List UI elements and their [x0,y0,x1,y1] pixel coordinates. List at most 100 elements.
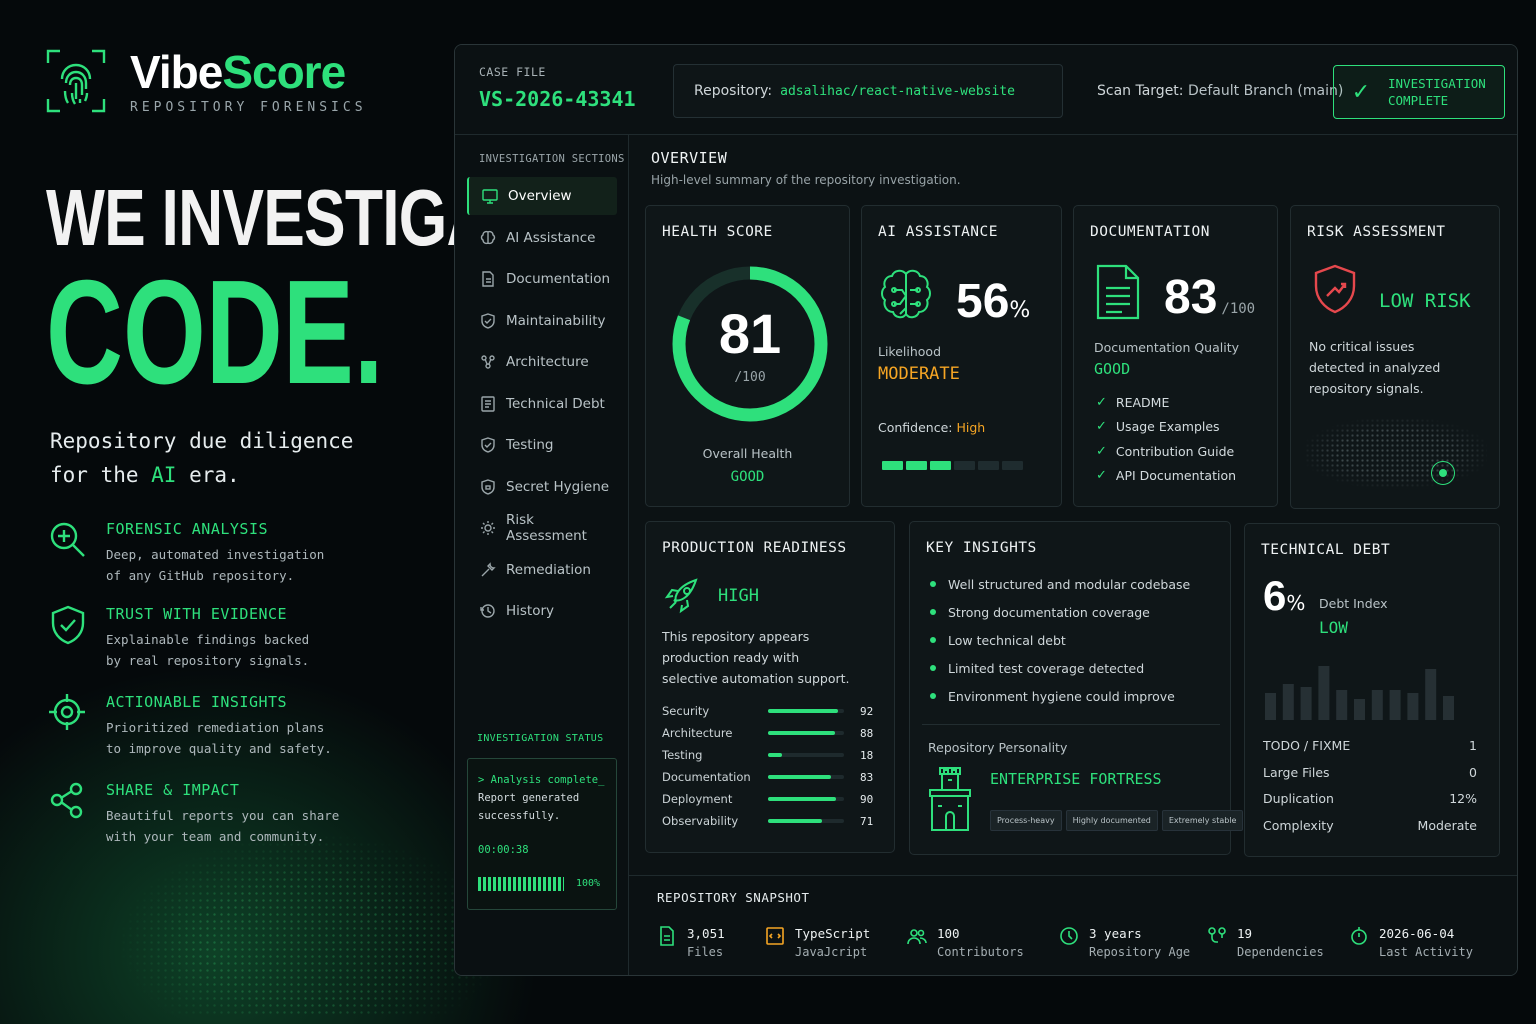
snapshot-item-dependencies: 19 Dependencies [1207,924,1324,962]
personality-tag: Highly documented [1065,810,1158,831]
ai-assistance-card[interactable]: AI ASSISTANCE 56% Likelihood MODERATE Co… [861,205,1062,507]
metric-name: Observability [662,814,739,828]
personality-label: Repository Personality [928,740,1068,755]
risk-assessment-card[interactable]: RISK ASSESSMENT LOW RISK No critical iss… [1290,205,1500,509]
confidence-segment [906,461,927,470]
shield-check-icon [480,437,496,453]
investigation-complete-badge[interactable]: ✓ INVESTIGATION COMPLETE [1333,65,1505,119]
ledger-icon [480,395,496,412]
docs-check-item: Contribution Guide [1096,439,1236,464]
debt-detail-value: 1 [1469,738,1477,753]
snapshot-value: TypeScript [795,926,871,941]
documentation-card[interactable]: DOCUMENTATION 83/100 Documentation Quali… [1073,205,1278,507]
sidebar-item-secret-hygiene[interactable]: Secret Hygiene [467,468,617,506]
health-score-card[interactable]: HEALTH SCORE 81 /100 Overall Health GOOD [645,205,850,507]
sidebar-item-risk-assessment[interactable]: Risk Assessment [467,509,617,547]
case-file-id: VS-2026-43341 [479,87,636,111]
snapshot-label: JavaJcript [795,945,868,959]
metric-fill [768,797,837,801]
sidebar-item-label: History [506,603,555,619]
docs-status: GOOD [1094,360,1131,378]
progress-bar [478,877,564,891]
brand[interactable]: VibeScore REPOSITORY FORENSICS [46,46,367,115]
debt-bar [1443,696,1454,720]
personality-value: ENTERPRISE FORTRESS [990,770,1162,788]
repository-field[interactable]: Repository: adsalihac/react-native-websi… [673,64,1063,118]
debt-unit: % [1286,591,1306,615]
metric-name: Testing [662,748,703,762]
scan-target[interactable]: Scan Target: Default Branch (main) [1097,83,1343,99]
sidebar-item-label: AI Assistance [506,229,596,246]
snapshot-value: 2026-06-04 [1379,926,1455,941]
hero-subtitle: Repository due diligence for the AI era. [50,424,353,492]
dependency-icon [1207,926,1227,946]
card-title: RISK ASSESSMENT [1307,224,1446,240]
sidebar-item-label: Documentation [506,271,611,287]
sidebar-item-ai-assistance[interactable]: AI Assistance [467,219,617,257]
debt-detail-key: Complexity [1263,817,1334,833]
snapshot-value: 3 years [1089,926,1142,941]
metric-track [768,753,844,757]
production-readiness-card[interactable]: PRODUCTION READINESS HIGH This repositor… [645,521,895,853]
feature-title: TRUST WITH EVIDENCE [106,605,288,623]
wrench-icon [480,561,496,578]
readiness-metric-row: Architecture 88 [662,722,882,744]
sidebar-item-maintainability[interactable]: Maintainability [467,302,617,340]
debt-bar [1265,693,1276,720]
personality-tag: Process-heavy [990,810,1062,831]
metric-fill [768,709,838,713]
code-icon [765,926,785,946]
sidebar-item-overview[interactable]: Overview [467,177,617,215]
confidence-segment [954,461,975,470]
debt-bar [1300,687,1312,720]
snapshot-value: 3,051 [687,926,725,941]
repository-value[interactable]: adsalihac/react-native-website [780,84,1015,99]
metric-name: Security [662,704,710,718]
debt-detail-value: 12% [1449,791,1477,806]
shield-check-icon [48,605,88,645]
insight-item: Strong documentation coverage [930,598,1190,626]
snapshot-label: Files [687,945,724,959]
sidebar-item-technical-debt[interactable]: Technical Debt [467,385,617,423]
hero-subtitle-line1: Repository due diligence [50,429,354,453]
metric-fill [768,753,782,757]
metric-track [768,775,844,779]
confidence-segment [1002,461,1023,470]
health-label: Overall Health [702,446,793,461]
snapshot-label: Repository Age [1089,945,1191,959]
rocket-icon [664,578,700,618]
debt-detail-row: Complexity Moderate [1263,818,1477,833]
magnify-plus-icon [48,520,88,560]
sidebar-item-testing[interactable]: Testing [467,426,617,464]
progress-label: 100% [576,878,601,889]
sidebar-item-documentation[interactable]: Documentation [467,260,617,298]
sidebar-item-label: Risk Assessment [506,512,587,544]
metric-name: Documentation [662,770,751,784]
sidebar-item-label: Maintainability [506,312,606,329]
debt-detail-value: 0 [1469,764,1477,780]
debt-bar [1407,693,1419,720]
confidence: Confidence: High [878,420,986,435]
confidence-value: High [956,420,986,435]
status-heading: INVESTIGATION STATUS [477,733,604,744]
key-insights-card[interactable]: KEY INSIGHTS Well structured and modular… [909,521,1244,855]
debt-detail-key: TODO / FIXME [1263,738,1351,753]
repository-snapshot: REPOSITORY SNAPSHOT 3,051 Files TypeScript… [629,875,1517,975]
sidebar-item-history[interactable]: History [467,592,617,630]
personality-tags: Process-heavy Highly documented Extremely … [990,808,1247,831]
feature-title: ACTIONABLE INSIGHTS [106,693,288,711]
castle-icon [926,766,974,836]
debt-index-label: Debt Index [1319,596,1388,611]
personality-tag: Extremely stable [1161,810,1244,831]
sidebar-item-remediation[interactable]: Remediation [467,551,617,589]
risk-description: No critical issues detected in analyzed re… [1309,339,1441,396]
sidebar-item-architecture[interactable]: Architecture [467,343,617,381]
debt-bar-chart [1265,666,1454,720]
health-status: GOOD [730,469,765,485]
metric-fill [768,731,835,735]
file-icon [657,926,677,946]
docs-max: /100 [1221,301,1256,317]
debt-status: LOW [1319,618,1348,637]
readiness-metric-row: Observability 71 [662,810,882,832]
technical-debt-card[interactable]: TECHNICAL DEBT 6% Debt Index LOW TODO / … [1244,523,1500,857]
